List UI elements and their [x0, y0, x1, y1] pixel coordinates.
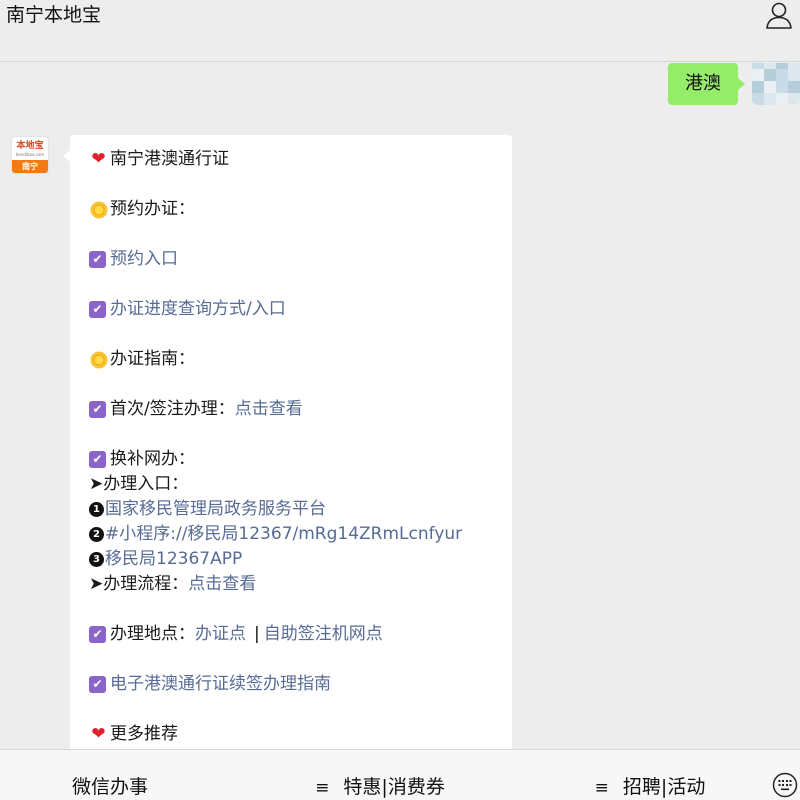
keyboard-button[interactable] — [772, 772, 798, 798]
first-visa-link[interactable]: 点击查看 — [235, 397, 303, 422]
avatar-logo-text: 本地宝 — [16, 141, 44, 151]
number-1-icon: 1 — [89, 502, 104, 517]
bottom-menu: 微信办事 ≡ 特惠|消费券 ≡ 招聘|活动 — [0, 749, 800, 800]
chat-title: 南宁本地宝 — [6, 4, 102, 26]
replace-title: 换补网办： — [110, 449, 195, 469]
number-3-icon: 3 — [89, 552, 104, 567]
menu-wechat-services[interactable]: 微信办事 — [0, 750, 220, 800]
location-link-office[interactable]: 办证点 — [195, 622, 246, 647]
progress-row: ✔ 办证进度查询方式/入口 — [89, 297, 494, 322]
sun-icon — [89, 350, 108, 369]
process-label: ➤办理流程： — [89, 574, 189, 594]
section-guide: 办证指南： — [89, 347, 494, 372]
e-pass-link[interactable]: 电子港澳通行证续签办理指南 — [110, 672, 331, 697]
replace-row: ✔ 换补网办： — [89, 447, 494, 472]
menu-jobs[interactable]: ≡ 招聘|活动 — [550, 750, 750, 800]
process-row: ➤办理流程： 点击查看 — [89, 572, 494, 597]
location-row: ✔ 办理地点： 办证点 | 自助签注机网点 — [89, 622, 494, 647]
location-label: 办理地点： — [110, 624, 195, 644]
process-link[interactable]: 点击查看 — [188, 572, 256, 597]
first-visa-label: 首次/签注办理： — [110, 399, 235, 419]
checkbox-icon: ✔ — [89, 626, 106, 643]
e-pass-row: ✔ 电子港澳通行证续签办理指南 — [89, 672, 494, 697]
self-avatar[interactable] — [752, 63, 800, 105]
more-row: ❤ 更多推荐 — [89, 722, 494, 747]
entry-label: ➤办理入口： — [89, 474, 189, 494]
checkbox-icon: ✔ — [89, 301, 106, 318]
location-separator: | — [254, 624, 260, 644]
menu-icon: ≡ — [315, 778, 330, 798]
entry-1-link[interactable]: 国家移民管理局政务服务平台 — [105, 497, 326, 522]
menu-deals[interactable]: ≡ 特惠|消费券 — [280, 750, 480, 800]
entry-2-link[interactable]: #小程序://移民局12367/mRg14ZRmLcnfyur — [105, 522, 462, 547]
checkbox-icon: ✔ — [89, 251, 106, 268]
section-appointment-label: 预约办证： — [110, 199, 195, 219]
menu-wechat-services-label: 微信办事 — [71, 776, 148, 798]
section-appointment: 预约办证： — [89, 197, 494, 222]
appointment-link[interactable]: 预约入口 — [110, 247, 178, 272]
sun-icon — [89, 200, 108, 219]
checkbox-icon: ✔ — [89, 676, 106, 693]
section-guide-label: 办证指南： — [110, 349, 195, 369]
menu-icon: ≡ — [594, 778, 609, 798]
avatar-logo-sub: bendibao.com — [15, 152, 45, 157]
entry-3-link[interactable]: 移民局12367APP — [105, 547, 242, 572]
keyboard-icon — [772, 772, 798, 798]
location-link-kiosk[interactable]: 自助签注机网点 — [264, 622, 383, 647]
message-title: 南宁港澳通行证 — [110, 149, 229, 169]
entry-2-row: 2 #小程序://移民局12367/mRg14ZRmLcnfyur — [89, 522, 494, 547]
checkbox-icon: ✔ — [89, 401, 106, 418]
progress-link[interactable]: 办证进度查询方式/入口 — [110, 297, 286, 322]
message-title-line: ❤ 南宁港澳通行证 — [89, 147, 494, 172]
entry-1-row: 1 国家移民管理局政务服务平台 — [89, 497, 494, 522]
entry-3-row: 3 移民局12367APP — [89, 547, 494, 572]
outgoing-message[interactable]: 港澳 — [668, 63, 745, 105]
profile-button[interactable] — [764, 0, 794, 30]
first-visa-row: ✔ 首次/签注办理： 点击查看 — [89, 397, 494, 422]
checkbox-icon: ✔ — [89, 451, 106, 468]
appointment-row: ✔ 预约入口 — [89, 247, 494, 272]
chat-area[interactable]: 港澳 本地宝 bendibao.com 南宁 ❤ 南宁港澳通行证 预约办证： ✔… — [0, 63, 800, 749]
avatar-city: 南宁 — [12, 160, 48, 173]
incoming-message: ❤ 南宁港澳通行证 预约办证： ✔ 预约入口 ✔ 办证进度查询方式/入口 办证指… — [63, 135, 512, 749]
entry-label-row: ➤办理入口： — [89, 472, 494, 497]
number-2-icon: 2 — [89, 527, 104, 542]
chat-header: 南宁本地宝 — [0, 0, 800, 62]
person-icon — [766, 2, 792, 29]
more-label: 更多推荐 — [110, 724, 178, 744]
menu-deals-label: 特惠|消费券 — [343, 776, 445, 798]
bot-avatar[interactable]: 本地宝 bendibao.com 南宁 — [11, 136, 49, 174]
heart-icon: ❤ — [91, 149, 106, 169]
heart-icon: ❤ — [91, 724, 106, 744]
menu-jobs-label: 招聘|活动 — [622, 776, 706, 798]
